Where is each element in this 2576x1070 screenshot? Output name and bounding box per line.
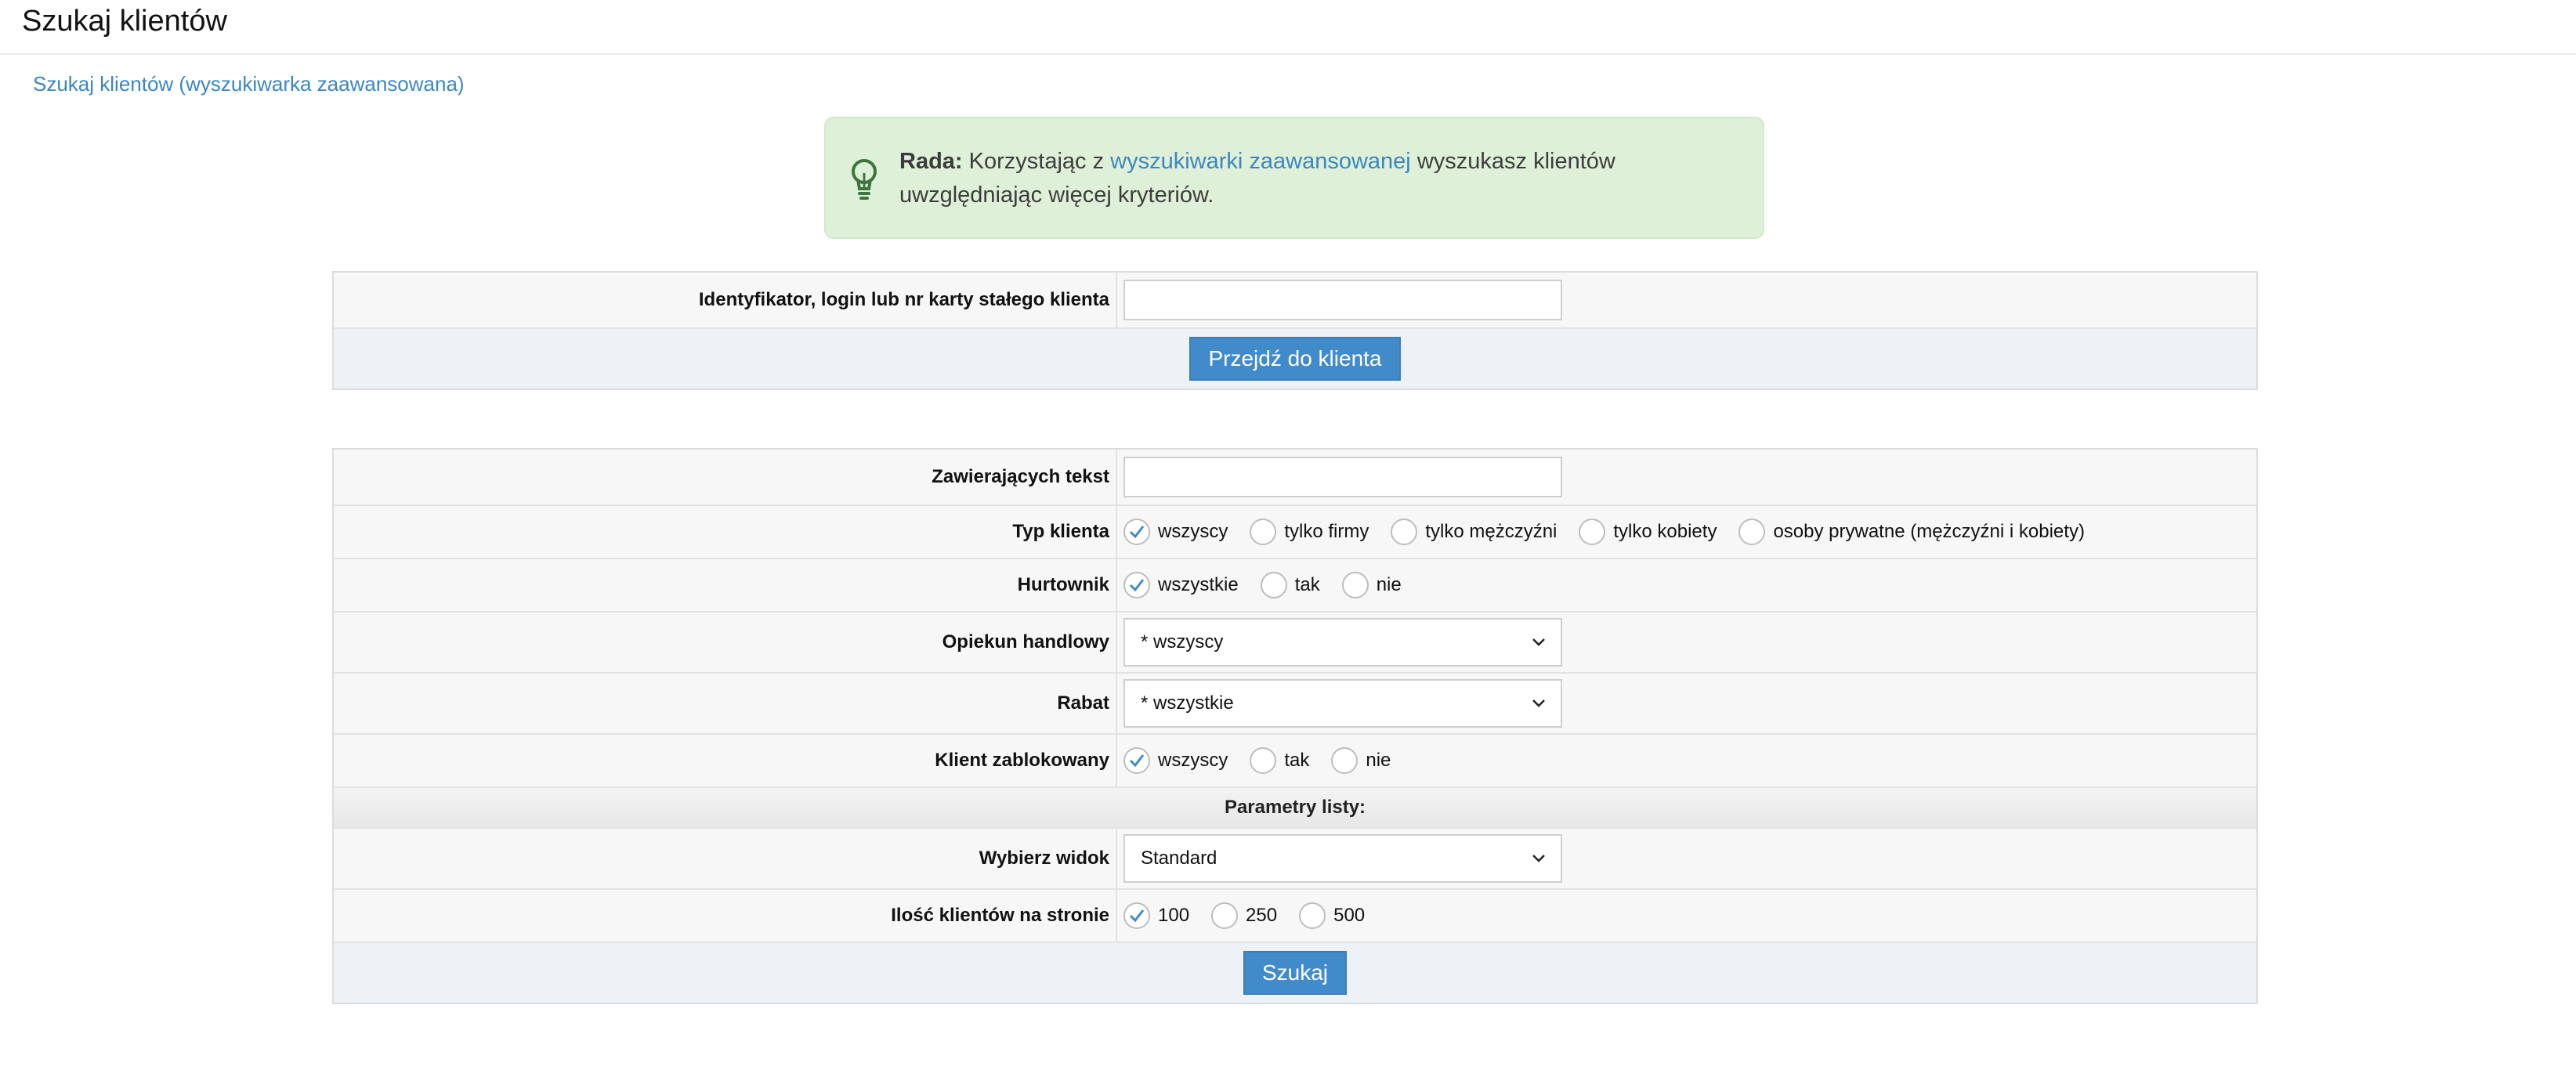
tip-before-link: Korzystając z [968,149,1105,174]
tip-heading: Rada: [899,149,963,174]
chevron-down-icon [1532,699,1545,707]
blocked-option-yes[interactable]: tak [1250,747,1309,774]
discount-selected: * wszystkie [1141,692,1234,714]
tip-advanced-link[interactable]: wyszukiwarki zaawansowanej [1110,149,1411,174]
quick-search-form: Identyfikator, login lub nr karty stałeg… [332,271,2258,390]
go-to-client-row: Przejdź do klienta [334,329,2256,389]
per-page-radio-group: 100 250 500 [1123,902,1387,929]
client-type-option-women[interactable]: tylko kobiety [1579,519,1717,545]
radio-unchecked[interactable] [1211,902,1239,929]
search-submit-row: Szukaj [334,943,2256,1003]
checkmark-icon [1129,579,1145,592]
lightbulb-icon [845,156,884,203]
text-search-row: Zawierających tekst [334,450,2256,506]
wholesaler-option-all[interactable]: wszystkie [1123,572,1239,598]
radio-unchecked[interactable] [1579,519,1606,545]
search-button[interactable]: Szukaj [1243,951,1348,995]
go-to-client-button[interactable]: Przejdź do klienta [1189,337,1401,381]
radio-checked[interactable] [1123,902,1150,929]
blocked-radio-group: wszyscy tak nie [1123,747,1413,774]
radio-checked[interactable] [1123,747,1150,774]
discount-row: Rabat * wszystkie [334,674,2256,735]
page-title: Szukaj klientów [22,5,227,38]
tip-text: Rada: Korzystając z wyszukiwarki zaawans… [899,145,1730,212]
chevron-down-icon [1532,855,1545,862]
wholesaler-row: Hurtownik wszystkie tak nie [334,559,2256,613]
wholesaler-label: Hurtownik [334,559,1117,611]
account-manager-selected: * wszyscy [1141,631,1224,652]
blocked-option-no[interactable]: nie [1331,747,1391,774]
account-manager-row: Opiekun handlowy * wszyscy [334,613,2256,674]
wholesaler-option-yes[interactable]: tak [1260,572,1320,598]
client-id-cell [1117,273,2256,327]
wholesaler-radio-group: wszystkie tak nie [1123,572,1424,598]
discount-select[interactable]: * wszystkie [1123,679,1562,728]
radio-unchecked[interactable] [1331,747,1359,774]
radio-unchecked[interactable] [1299,902,1326,929]
text-search-label: Zawierających tekst [334,450,1117,504]
account-manager-label: Opiekun handlowy [334,613,1117,672]
checkmark-icon [1129,909,1145,923]
client-type-option-all[interactable]: wszyscy [1123,519,1228,545]
blocked-label: Klient zablokowany [334,735,1117,786]
account-manager-select[interactable]: * wszyscy [1123,618,1562,667]
chevron-down-icon [1532,638,1545,646]
client-type-option-private[interactable]: osoby prywatne (mężczyźni i kobiety) [1738,519,2085,545]
radio-unchecked[interactable] [1341,572,1369,598]
page-header: Szukaj klientów [0,0,2576,55]
view-label: Wybierz widok [334,829,1117,888]
per-page-row: Ilość klientów na stronie 100 250 500 [334,890,2256,943]
per-page-option-250[interactable]: 250 [1211,902,1277,929]
radio-unchecked[interactable] [1250,519,1277,545]
list-params-heading: Parametry listy: [334,788,2256,829]
view-selected: Standard [1141,848,1217,869]
discount-label: Rabat [334,674,1117,733]
per-page-label: Ilość klientów na stronie [334,890,1117,942]
client-type-row: Typ klienta wszyscy tylko firmy tylko mę… [334,506,2256,559]
blocked-option-all[interactable]: wszyscy [1123,747,1228,774]
wholesaler-option-no[interactable]: nie [1341,572,1402,598]
view-select[interactable]: Standard [1123,834,1562,883]
checkmark-icon [1129,526,1145,539]
client-id-row: Identyfikator, login lub nr karty stałeg… [334,273,2256,329]
client-type-label: Typ klienta [334,506,1117,558]
blocked-row: Klient zablokowany wszyscy tak nie [334,735,2256,788]
radio-unchecked[interactable] [1391,519,1418,545]
radio-checked[interactable] [1123,519,1150,545]
per-page-option-100[interactable]: 100 [1123,902,1189,929]
advanced-search-link[interactable]: Szukaj klientów (wyszukiwarka zaawansowa… [33,72,465,96]
per-page-option-500[interactable]: 500 [1299,902,1365,929]
radio-checked[interactable] [1123,572,1150,598]
client-type-option-companies[interactable]: tylko firmy [1250,519,1369,545]
search-form: Zawierających tekst Typ klienta wszyscy … [332,448,2258,1004]
client-id-label: Identyfikator, login lub nr karty stałeg… [334,273,1117,327]
radio-unchecked[interactable] [1260,572,1287,598]
text-search-input[interactable] [1123,457,1562,497]
client-type-radio-group: wszyscy tylko firmy tylko mężczyźni tylk… [1123,519,2107,545]
tip-box: Rada: Korzystając z wyszukiwarki zaawans… [824,117,1764,239]
view-row: Wybierz widok Standard [334,829,2256,890]
client-id-input[interactable] [1123,280,1562,320]
checkmark-icon [1129,754,1145,768]
radio-unchecked[interactable] [1250,747,1277,774]
radio-unchecked[interactable] [1738,519,1766,545]
client-type-option-men[interactable]: tylko mężczyźni [1391,519,1557,545]
